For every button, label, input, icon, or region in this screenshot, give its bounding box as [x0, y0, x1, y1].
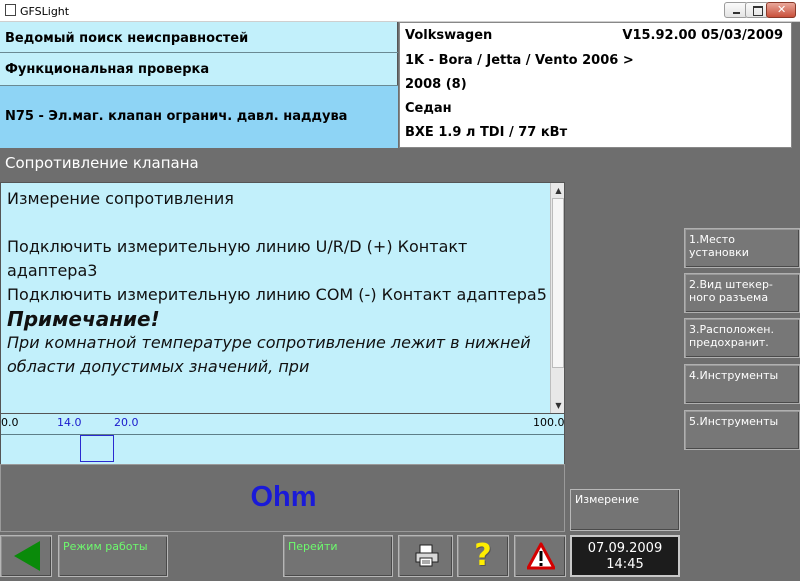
scale-max-label: 100.0: [533, 416, 565, 429]
date-time-display: 07.09.2009 14:45: [570, 535, 680, 577]
operating-mode-label: Режим работы: [63, 540, 148, 553]
close-button[interactable]: [766, 2, 796, 18]
instruction-step-1: Подключить измерительную линию U/R/D (+)…: [7, 237, 468, 280]
unit-display: Ohm: [0, 464, 565, 532]
scroll-thumb[interactable]: [552, 198, 564, 368]
help-question-icon: ?: [474, 538, 492, 573]
instruction-heading: Измерение сопротивления: [7, 189, 234, 208]
vehicle-body: Седан: [405, 101, 452, 116]
tools-button-5[interactable]: 5.Инструменты: [684, 410, 800, 450]
window-title: GFSLight: [20, 5, 70, 18]
printer-icon: [415, 544, 439, 567]
app-icon: [5, 4, 16, 16]
fuse-location-button[interactable]: 3.Расположен. предохранит.: [684, 318, 800, 358]
software-version: V15.92.00 05/03/2009: [622, 28, 783, 43]
scale-high-label: 20.0: [114, 416, 139, 429]
current-time: 14:45: [606, 557, 644, 572]
note-body: При комнатной температуре сопротивление …: [7, 333, 531, 376]
tools-button-4[interactable]: 4.Инструменты: [684, 364, 800, 404]
vehicle-info: Volkswagen V15.92.00 05/03/2009 1K - Bor…: [399, 22, 792, 148]
measure-button[interactable]: Измерение: [570, 489, 680, 531]
header-mode: Ведомый поиск неисправностей: [0, 22, 398, 53]
operating-mode-button[interactable]: Режим работы: [58, 535, 168, 577]
vehicle-engine: BXE 1.9 л TDI / 77 кВт: [405, 125, 568, 140]
instruction-panel: Измерение сопротивления Подключить измер…: [0, 182, 565, 414]
section-title: Сопротивление клапана: [5, 154, 199, 172]
warning-button[interactable]: [514, 535, 566, 577]
goto-button[interactable]: Перейти: [283, 535, 393, 577]
scale-min-label: 0.0: [1, 416, 19, 429]
vehicle-model-year: 2008 (8): [405, 77, 467, 92]
back-button[interactable]: [0, 535, 52, 577]
scroll-down-icon[interactable]: ▼: [551, 398, 564, 413]
vehicle-model: 1K - Bora / Jetta / Vento 2006 >: [405, 53, 634, 68]
scroll-up-icon[interactable]: ▲: [551, 183, 564, 198]
print-button[interactable]: [398, 535, 453, 577]
measurement-scale: 0.0 14.0 20.0 100.0: [0, 414, 565, 464]
scale-low-label: 14.0: [57, 416, 82, 429]
unit-label: Ohm: [250, 481, 317, 513]
note-title: Примечание!: [7, 307, 160, 331]
warning-triangle-icon: [527, 542, 555, 570]
back-arrow-icon: [14, 541, 40, 571]
scale-target-range: [80, 435, 114, 462]
connector-view-button[interactable]: 2.Вид штекер-ного разъема: [684, 273, 800, 313]
goto-label: Перейти: [288, 540, 338, 553]
header-function: Функциональная проверка: [0, 53, 398, 86]
vehicle-make: Volkswagen: [405, 28, 493, 43]
vertical-scrollbar[interactable]: ▲ ▼: [550, 183, 564, 413]
procedure-header: Ведомый поиск неисправностей Функциональ…: [0, 22, 398, 148]
instruction-step-2: Подключить измерительную линию COM (-) К…: [7, 285, 547, 304]
header-component: N75 - Эл.маг. клапан огранич. давл. надд…: [0, 86, 398, 148]
current-date: 07.09.2009: [587, 541, 663, 556]
help-button[interactable]: ?: [457, 535, 509, 577]
installation-location-button[interactable]: 1.Место установки: [684, 228, 800, 268]
title-bar: GFSLight: [0, 0, 800, 22]
